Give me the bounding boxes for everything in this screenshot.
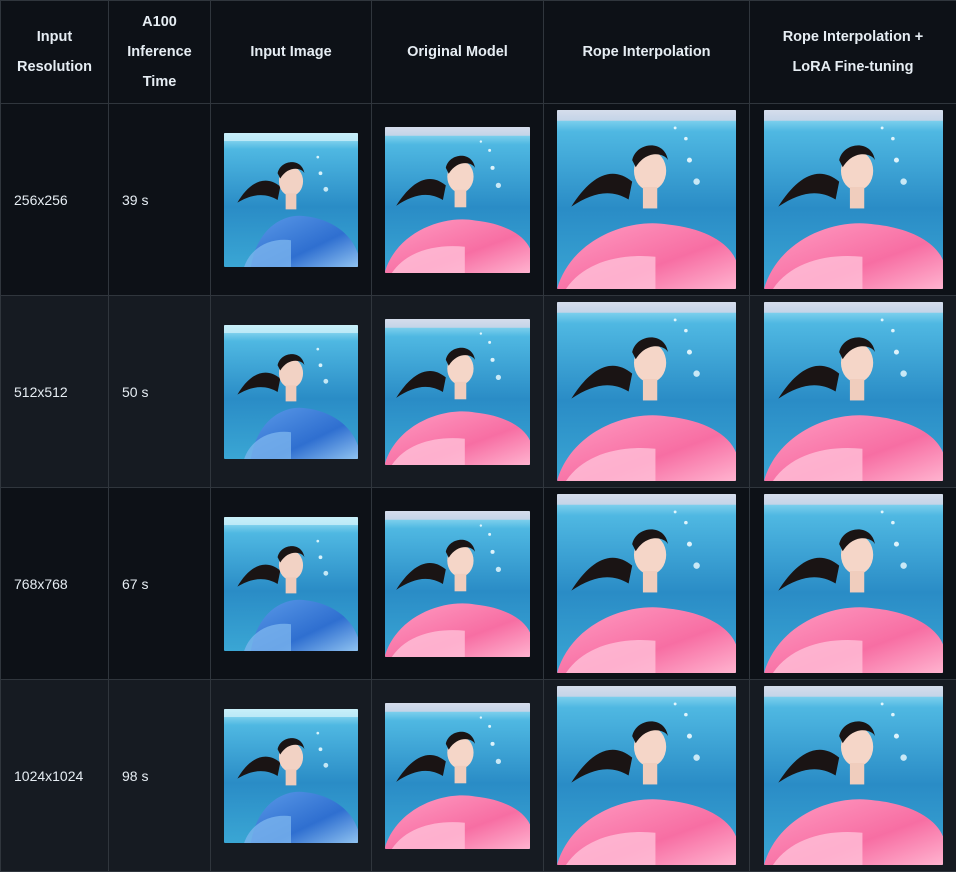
resolution-cell: 512x512: [0, 295, 109, 488]
rope-lora-cell: [749, 103, 956, 296]
table-row: 512x512 50 s: [0, 295, 956, 488]
resolution-cell: 768x768: [0, 487, 109, 680]
rope-interpolation-cell: [543, 679, 750, 872]
rope-interpolation-cell: [543, 103, 750, 296]
rope-interpolation-image[interactable]: [557, 494, 736, 673]
rope-interpolation-cell: [543, 487, 750, 680]
header-text: A100: [142, 14, 177, 30]
time-cell: 67 s: [108, 487, 211, 680]
rope-lora-image[interactable]: [764, 302, 943, 481]
header-rope-interpolation: Rope Interpolation: [543, 0, 750, 104]
original-model-cell: [371, 679, 544, 872]
rope-lora-cell: [749, 679, 956, 872]
rope-lora-cell: [749, 487, 956, 680]
header-inference-time: A100 Inference Time: [108, 0, 211, 104]
rope-lora-image[interactable]: [764, 686, 943, 865]
resolution-cell: 1024x1024: [0, 679, 109, 872]
table-row: 1024x1024 98 s: [0, 679, 956, 872]
input-image-cell: [210, 487, 372, 680]
header-text: Original Model: [407, 44, 508, 60]
resolution-cell: 256x256: [0, 103, 109, 296]
original-model-cell: [371, 295, 544, 488]
input-image-cell: [210, 679, 372, 872]
header-row: Input Resolution A100 Inference Time Inp…: [0, 0, 956, 104]
input-image-cell: [210, 295, 372, 488]
header-text: Time: [142, 74, 177, 90]
table-row: 768x768 67 s: [0, 487, 956, 680]
original-model-image[interactable]: [385, 127, 530, 273]
time-cell: 50 s: [108, 295, 211, 488]
input-image[interactable]: [224, 517, 358, 651]
header-input-resolution: Input Resolution: [0, 0, 109, 104]
rope-interpolation-image[interactable]: [557, 302, 736, 481]
header-text: Resolution: [17, 59, 92, 75]
header-rope-lora: Rope Interpolation + LoRA Fine-tuning: [749, 0, 956, 104]
input-image-cell: [210, 103, 372, 296]
time-cell: 39 s: [108, 103, 211, 296]
time-cell: 98 s: [108, 679, 211, 872]
original-model-cell: [371, 103, 544, 296]
table-row: 256x256 39 s: [0, 103, 956, 296]
input-image[interactable]: [224, 133, 358, 267]
original-model-cell: [371, 487, 544, 680]
input-image[interactable]: [224, 709, 358, 843]
rope-lora-image[interactable]: [764, 110, 943, 289]
input-image[interactable]: [224, 325, 358, 459]
original-model-image[interactable]: [385, 511, 530, 657]
original-model-image[interactable]: [385, 319, 530, 465]
header-text: Rope Interpolation +: [782, 29, 924, 45]
rope-lora-cell: [749, 295, 956, 488]
header-text: Input: [36, 29, 73, 45]
rope-interpolation-image[interactable]: [557, 686, 736, 865]
header-input-image: Input Image: [210, 0, 372, 104]
rope-interpolation-cell: [543, 295, 750, 488]
header-text: LoRA Fine-tuning: [792, 59, 914, 75]
header-text: Inference: [127, 44, 192, 60]
comparison-table: Input Resolution A100 Inference Time Inp…: [0, 0, 956, 872]
header-text: Rope Interpolation: [582, 44, 711, 60]
header-text: Input Image: [250, 44, 332, 60]
rope-interpolation-image[interactable]: [557, 110, 736, 289]
original-model-image[interactable]: [385, 703, 530, 849]
header-original-model: Original Model: [371, 0, 544, 104]
rope-lora-image[interactable]: [764, 494, 943, 673]
